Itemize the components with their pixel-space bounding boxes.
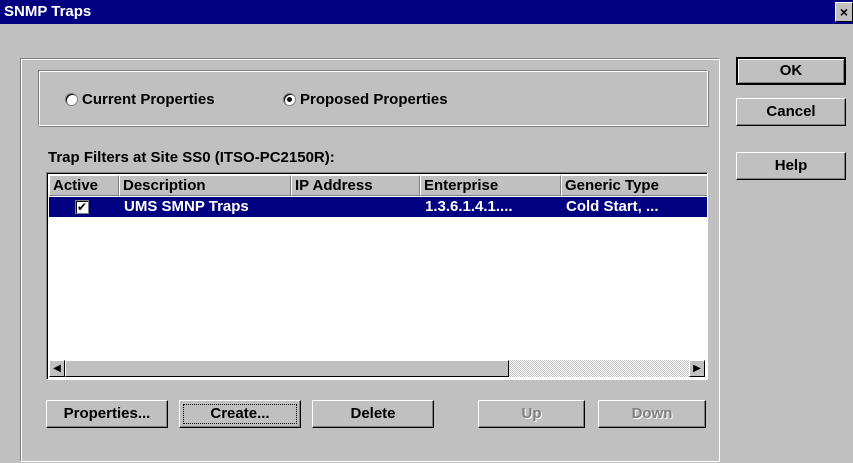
help-button[interactable]: Help bbox=[736, 152, 846, 180]
row-generic-type: Cold Start, ... bbox=[566, 198, 659, 215]
trap-filters-label: Trap Filters at Site SS0 (ITSO-PC2150R): bbox=[48, 149, 335, 166]
column-header-ip-address[interactable]: IP Address bbox=[291, 175, 420, 196]
current-properties-label: Current Properties bbox=[82, 90, 215, 108]
window-title: SNMP Traps bbox=[4, 3, 92, 20]
current-properties-radio[interactable]: Current Properties bbox=[65, 89, 215, 109]
row-enterprise: 1.3.6.1.4.1.... bbox=[425, 198, 513, 215]
table-row[interactable]: ✔ UMS SMNP Traps 1.3.6.1.4.1.... Cold St… bbox=[49, 197, 707, 217]
down-button[interactable]: Down bbox=[598, 400, 706, 428]
column-header-enterprise[interactable]: Enterprise bbox=[420, 175, 561, 196]
row-ip-address bbox=[291, 197, 420, 217]
arrow-left-icon[interactable]: ◀ bbox=[49, 360, 65, 377]
properties-button[interactable]: Properties... bbox=[46, 400, 168, 428]
proposed-properties-radio[interactable]: Proposed Properties bbox=[283, 89, 448, 109]
trap-filters-list[interactable]: Active Description IP Address Enterprise… bbox=[46, 172, 708, 380]
properties-view-group: Current Properties Proposed Properties bbox=[38, 70, 708, 126]
scrollbar-thumb[interactable] bbox=[65, 360, 509, 377]
title-bar: SNMP Traps × bbox=[0, 0, 853, 24]
checkmark-icon[interactable]: ✔ bbox=[75, 200, 89, 214]
column-header-description[interactable]: Description bbox=[119, 175, 291, 196]
row-description: UMS SMNP Traps bbox=[124, 198, 249, 215]
radio-off-icon bbox=[65, 92, 78, 106]
column-header-generic-type[interactable]: Generic Type bbox=[561, 175, 707, 196]
close-button[interactable]: × bbox=[835, 2, 853, 22]
column-header-active[interactable]: Active bbox=[49, 175, 119, 196]
radio-on-icon bbox=[283, 92, 296, 106]
horizontal-scrollbar[interactable]: ◀ ▶ bbox=[49, 360, 705, 377]
dialog-body: Current Properties Proposed Properties T… bbox=[0, 24, 853, 463]
proposed-properties-label: Proposed Properties bbox=[300, 90, 448, 108]
ok-button[interactable]: OK bbox=[736, 57, 846, 85]
cancel-button[interactable]: Cancel bbox=[736, 98, 846, 126]
delete-button[interactable]: Delete bbox=[312, 400, 434, 428]
up-button[interactable]: Up bbox=[478, 400, 585, 428]
list-header: Active Description IP Address Enterprise… bbox=[49, 175, 707, 196]
create-button[interactable]: Create... bbox=[179, 400, 301, 428]
arrow-right-icon[interactable]: ▶ bbox=[689, 360, 705, 377]
